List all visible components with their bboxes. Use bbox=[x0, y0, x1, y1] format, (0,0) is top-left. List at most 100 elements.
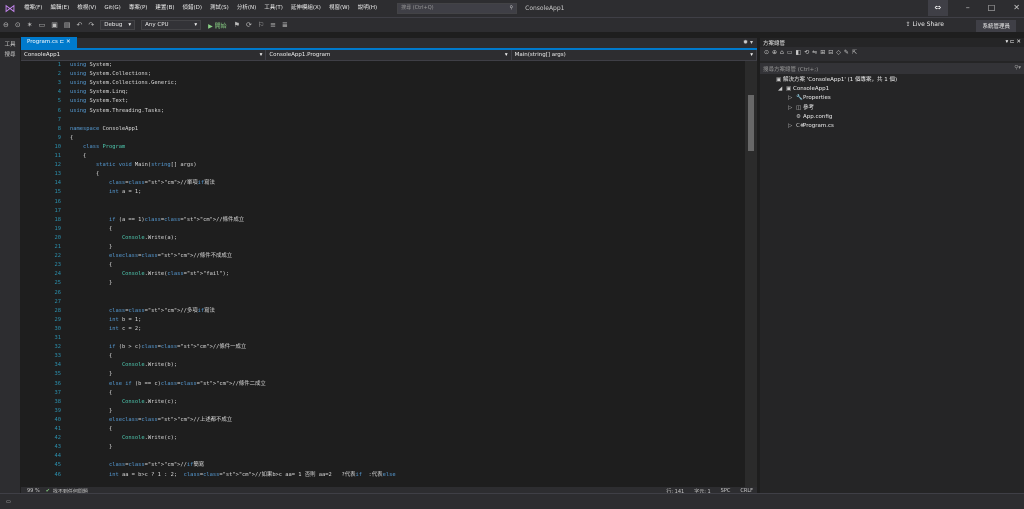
menu-item[interactable]: 視窗(W) bbox=[325, 0, 354, 17]
code-line[interactable]: { bbox=[70, 389, 112, 398]
code-line[interactable]: class=class="st">"cm">//if簡寫 bbox=[70, 461, 204, 470]
scrollbar-thumb[interactable] bbox=[748, 95, 754, 151]
expand-arrow-icon[interactable]: ▷ bbox=[788, 122, 796, 131]
project-dropdown[interactable]: ConsoleApp1 ▾ bbox=[21, 50, 267, 60]
close-icon[interactable]: ✕ bbox=[1013, 0, 1020, 16]
code-line[interactable]: class=class="st">"cm">//多項if寫法 bbox=[70, 307, 215, 316]
code-line[interactable]: static void Main(string[] args) bbox=[70, 161, 197, 170]
code-line[interactable]: } bbox=[70, 407, 112, 416]
code-line[interactable]: { bbox=[70, 225, 112, 234]
search-input[interactable]: 搜尋 (Ctrl+Q) ⚲ bbox=[397, 3, 518, 14]
code-line[interactable]: class Program bbox=[70, 143, 125, 152]
menu-item[interactable]: 檢視(V) bbox=[73, 0, 100, 17]
solution-search-input[interactable]: 搜尋方案總管 (Ctrl+;) ⚲▾ bbox=[760, 63, 1024, 74]
close-icon[interactable]: ✕ bbox=[66, 39, 71, 45]
pin-icon[interactable]: ⊏ bbox=[60, 39, 65, 45]
code-line[interactable]: using System.Threading.Tasks; bbox=[70, 107, 164, 116]
bookmark-icon[interactable]: ⚐ bbox=[255, 21, 267, 29]
code-area[interactable]: 1 using System; 2 using System.Collections;… bbox=[21, 61, 745, 487]
tab-program-cs[interactable]: Program.cs ⊏ ✕ bbox=[21, 37, 77, 48]
code-line[interactable]: Console.Write(class="st">"fail"); bbox=[70, 270, 229, 279]
config-select[interactable]: Debug ▾ bbox=[100, 20, 136, 30]
code-line[interactable]: elseclass=class="st">"cm">//條件不成成立 bbox=[70, 252, 232, 261]
code-line[interactable]: elseclass=class="st">"cm">//上述都不成立 bbox=[70, 416, 232, 425]
uncomment-icon[interactable]: ≣ bbox=[279, 21, 291, 29]
menu-item[interactable]: 分析(N) bbox=[233, 0, 260, 17]
code-line[interactable]: { bbox=[70, 170, 99, 179]
code-line[interactable]: Console.Write(c); bbox=[70, 434, 177, 443]
code-line[interactable]: { bbox=[70, 152, 86, 161]
class-dropdown[interactable]: ConsoleApp1.Program ▾ bbox=[266, 50, 512, 60]
code-line[interactable]: using System; bbox=[70, 61, 112, 70]
code-line[interactable]: using System.Text; bbox=[70, 97, 128, 106]
maximize-icon[interactable]: □ bbox=[988, 0, 996, 16]
tree-node[interactable]: ⚙ App.config bbox=[788, 113, 832, 122]
code-line[interactable]: { bbox=[70, 352, 112, 361]
admin-badge[interactable]: 系統管理員 bbox=[976, 20, 1016, 32]
code-line[interactable]: { bbox=[70, 261, 112, 270]
live-share-button[interactable]: ⇪ Live Share bbox=[906, 21, 944, 28]
tree-node[interactable]: ◢ ▣ ConsoleApp1 bbox=[778, 85, 829, 94]
vertical-scrollbar[interactable] bbox=[745, 61, 757, 487]
undo-icon[interactable]: ↶ bbox=[74, 21, 86, 29]
save-icon[interactable]: ▣ bbox=[48, 21, 61, 29]
menu-item[interactable]: Git(G) bbox=[100, 0, 125, 17]
code-line[interactable]: } bbox=[70, 243, 112, 252]
menu-item[interactable]: 延伸模組(X) bbox=[287, 0, 325, 17]
start-button[interactable]: ▶ 開始 bbox=[204, 21, 231, 30]
menu-item[interactable]: 編輯(E) bbox=[46, 0, 73, 17]
toolbox-tab[interactable]: 工具 bbox=[0, 40, 20, 48]
code-line[interactable]: } bbox=[70, 279, 112, 288]
code-line[interactable]: using System.Collections.Generic; bbox=[70, 79, 177, 88]
menu-item[interactable]: 專案(P) bbox=[125, 0, 152, 17]
code-line[interactable]: Console.Write(c); bbox=[70, 398, 177, 407]
new-project-icon[interactable]: ✶ bbox=[24, 21, 36, 29]
open-icon[interactable]: ▭ bbox=[36, 21, 49, 29]
code-line[interactable]: class=class="st">"cm">//單項if寫法 bbox=[70, 179, 215, 188]
back-icon[interactable]: ⊖ bbox=[0, 21, 12, 29]
attach-icon[interactable]: ⚑ bbox=[231, 21, 243, 29]
tab-overflow-icon[interactable]: ✹ ▾ bbox=[743, 39, 753, 46]
code-line[interactable]: else if (b == c)class=class="st">"cm">//… bbox=[70, 380, 266, 389]
code-line[interactable]: using System.Linq; bbox=[70, 88, 128, 97]
code-line[interactable]: if (a == 1)class=class="st">"cm">//條件成立 bbox=[70, 216, 244, 225]
menu-item[interactable]: 測試(S) bbox=[206, 0, 233, 17]
home-icon[interactable]: ⊙⊕⌂▭◧⟲⇋⊞⊟◇✎⇱ bbox=[764, 49, 860, 56]
code-line[interactable]: int c = 2; bbox=[70, 325, 141, 334]
code-line[interactable]: } bbox=[70, 443, 112, 452]
save-all-icon[interactable]: ▤ bbox=[61, 21, 74, 29]
comment-icon[interactable]: ≡ bbox=[267, 21, 279, 29]
tree-node[interactable]: ▷ 🔧Properties bbox=[788, 94, 831, 103]
forward-icon[interactable]: ⊙ bbox=[12, 21, 24, 29]
panel-menu-icon[interactable]: ▾ ⊏ ✕ bbox=[1006, 39, 1021, 46]
code-line[interactable]: if (b > c)class=class="st">"cm">//條件一成立 bbox=[70, 343, 246, 352]
tree-node[interactable]: ▣ 解決方案 'ConsoleApp1' (1 個專案，共 1 個) bbox=[768, 76, 897, 85]
code-line[interactable]: int b = 1; bbox=[70, 316, 141, 325]
minimize-icon[interactable]: – bbox=[966, 0, 970, 16]
menu-item[interactable]: 工具(T) bbox=[260, 0, 287, 17]
code-line[interactable]: Console.Write(b); bbox=[70, 361, 177, 370]
code-line[interactable]: namespace ConsoleApp1 bbox=[70, 125, 138, 134]
code-line[interactable]: Console.Write(a); bbox=[70, 234, 177, 243]
restore-icon[interactable]: ⇔ bbox=[927, 0, 948, 16]
menu-item[interactable]: 建置(B) bbox=[151, 0, 178, 17]
code-line[interactable]: using System.Collections; bbox=[70, 70, 151, 79]
menu-item[interactable]: 偵錯(D) bbox=[179, 0, 207, 17]
tree-node[interactable]: ▷ C#Program.cs bbox=[788, 122, 834, 131]
redo-icon[interactable]: ↷ bbox=[85, 21, 97, 29]
code-line[interactable]: { bbox=[70, 425, 112, 434]
expand-arrow-icon[interactable]: ▷ bbox=[788, 94, 796, 103]
menu-item[interactable]: 說明(H) bbox=[354, 0, 381, 17]
code-line[interactable]: int a = 1; bbox=[70, 188, 141, 197]
code-line[interactable]: } bbox=[70, 370, 112, 379]
expand-arrow-icon[interactable]: ▷ bbox=[788, 104, 796, 113]
hot-reload-icon[interactable]: ⟳ bbox=[243, 21, 255, 29]
code-line[interactable]: int aa = b>c ? 1 : 2; class=class="st">"… bbox=[70, 471, 396, 480]
member-dropdown[interactable]: Main(string[] args) ▾ bbox=[512, 50, 757, 60]
code-line[interactable]: { bbox=[70, 134, 73, 143]
expand-arrow-icon[interactable]: ◢ bbox=[778, 85, 786, 94]
tree-node[interactable]: ▷ ◫ 參考 bbox=[788, 104, 814, 113]
output-tab-icon[interactable]: ▭ bbox=[0, 499, 17, 505]
search-tab[interactable]: 搜尋 bbox=[0, 50, 20, 58]
menu-item[interactable]: 檔案(F) bbox=[20, 0, 46, 17]
